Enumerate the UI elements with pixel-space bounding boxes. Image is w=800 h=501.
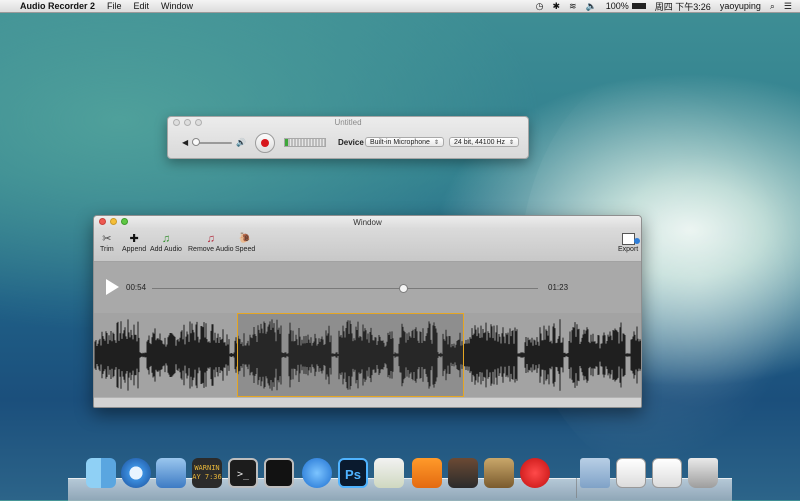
trim-label: Trim xyxy=(100,246,114,253)
audio-recorder-icon[interactable] xyxy=(520,458,550,488)
export-icon xyxy=(618,232,641,246)
ibooks-icon[interactable] xyxy=(412,458,442,488)
total-time: 01:23 xyxy=(548,283,569,292)
export-button[interactable]: Export xyxy=(618,232,641,253)
recorder-titlebar: Untitled xyxy=(168,117,528,129)
xcode-icon[interactable] xyxy=(156,458,186,488)
menu-bar: Audio Recorder 2 File Edit Window ◷ ✱ ≋ … xyxy=(0,0,800,13)
player-bar: 00:54 01:23 xyxy=(94,262,641,313)
safari-icon[interactable] xyxy=(121,458,151,488)
terminal-label: >_ xyxy=(236,469,250,480)
device-label: Device xyxy=(338,138,364,147)
app-menu[interactable]: Audio Recorder 2 xyxy=(20,1,95,11)
music-note-green-icon: ♫ xyxy=(161,233,171,245)
volume-icon[interactable]: 🔈 xyxy=(586,1,597,12)
activity-monitor-icon[interactable] xyxy=(264,458,294,488)
trash-icon[interactable] xyxy=(688,458,718,488)
play-button[interactable] xyxy=(106,279,119,295)
device-select-value: Built-in Microphone xyxy=(370,139,430,146)
editor-window: Window ✂ Trim ✚ Append ♫ Add Audio ♫ Rem… xyxy=(93,215,642,408)
zoom-button[interactable] xyxy=(195,119,202,126)
minimize-button[interactable] xyxy=(110,218,117,225)
clock[interactable]: 周四 下午3:26 xyxy=(655,0,711,13)
volume-high-icon: 🔊 xyxy=(236,138,246,147)
progress-track[interactable] xyxy=(152,288,538,289)
format-select-value: 24 bit, 44100 Hz xyxy=(454,139,505,146)
snail-icon: 🐌 xyxy=(238,233,252,244)
bluetooth-icon[interactable]: ✱ xyxy=(552,1,560,12)
format-select[interactable]: 24 bit, 44100 Hz ⇕ xyxy=(449,137,519,147)
trim-button[interactable]: ✂ Trim xyxy=(100,232,114,253)
document-stack-2-icon[interactable] xyxy=(652,458,682,488)
append-label: Append xyxy=(122,246,147,253)
menu-file[interactable]: File xyxy=(107,1,122,11)
close-button[interactable] xyxy=(99,218,106,225)
progress-knob[interactable] xyxy=(398,284,408,293)
append-button[interactable]: ✚ Append xyxy=(122,232,146,253)
add-audio-label: Add Audio xyxy=(150,246,182,253)
recorder-title: Untitled xyxy=(334,118,362,127)
chevron-updown-icon: ⇕ xyxy=(508,140,514,146)
speed-button[interactable]: 🐌 Speed xyxy=(235,232,255,253)
finder-icon[interactable] xyxy=(86,458,116,488)
input-level-meter xyxy=(284,138,326,147)
device-select[interactable]: Built-in Microphone ⇕ xyxy=(365,137,444,147)
menu-edit[interactable]: Edit xyxy=(134,1,150,11)
document-stack-icon[interactable] xyxy=(616,458,646,488)
current-time: 00:54 xyxy=(126,283,147,292)
wifi-icon[interactable]: ≋ xyxy=(569,1,577,12)
photoshop-label: Ps xyxy=(345,467,361,482)
battery-percent[interactable]: 100% xyxy=(606,1,629,11)
volume-slider-knob[interactable] xyxy=(192,138,200,146)
spotlight-icon[interactable]: ⌕ xyxy=(770,1,775,12)
record-button[interactable] xyxy=(255,133,275,153)
editor-title: Window xyxy=(353,218,382,227)
selection-region[interactable] xyxy=(237,313,464,397)
recorder-window: Untitled ◀ 🔊 Device Built-in Microphone ⇕… xyxy=(167,116,529,159)
toolbar: ✂ Trim ✚ Append ♫ Add Audio ♫ Remove Aud… xyxy=(94,229,641,262)
close-button[interactable] xyxy=(173,119,180,126)
downloads-folder-icon[interactable] xyxy=(580,458,610,488)
dock: WARNIN AY 7:36 >_ Ps xyxy=(68,456,732,501)
waveform-view[interactable] xyxy=(94,313,641,397)
app-store-icon[interactable] xyxy=(302,458,332,488)
photo-booth-icon[interactable] xyxy=(448,458,478,488)
zoom-button[interactable] xyxy=(121,218,128,225)
mail-icon[interactable] xyxy=(484,458,514,488)
trim-icon: ✂ xyxy=(102,233,112,245)
photoshop-icon[interactable]: Ps xyxy=(338,458,368,488)
notification-center-icon[interactable]: ☰ xyxy=(784,1,792,12)
minimize-button[interactable] xyxy=(184,119,191,126)
volume-low-icon: ◀ xyxy=(182,138,189,147)
editor-titlebar: Window xyxy=(94,216,641,229)
battery-icon[interactable] xyxy=(631,3,646,9)
time-machine-icon[interactable]: ◷ xyxy=(536,1,544,12)
remove-audio-button[interactable]: ♫ Remove Audio xyxy=(188,232,234,253)
menu-window[interactable]: Window xyxy=(161,1,193,11)
preview-icon[interactable] xyxy=(374,458,404,488)
chevron-updown-icon: ⇕ xyxy=(433,140,439,146)
dock-separator xyxy=(576,478,577,498)
remove-audio-label: Remove Audio xyxy=(188,246,234,253)
add-audio-button[interactable]: ♫ Add Audio xyxy=(150,232,182,253)
speed-label: Speed xyxy=(235,246,256,253)
console-label: WARNIN AY 7:36 xyxy=(192,464,222,481)
terminal-icon[interactable]: >_ xyxy=(228,458,258,488)
status-bar xyxy=(94,397,641,407)
export-label: Export xyxy=(618,246,639,253)
user-name[interactable]: yaoyuping xyxy=(720,1,761,11)
music-note-red-icon: ♫ xyxy=(206,233,215,245)
console-icon[interactable]: WARNIN AY 7:36 xyxy=(192,458,222,488)
plus-icon: ✚ xyxy=(129,233,139,245)
